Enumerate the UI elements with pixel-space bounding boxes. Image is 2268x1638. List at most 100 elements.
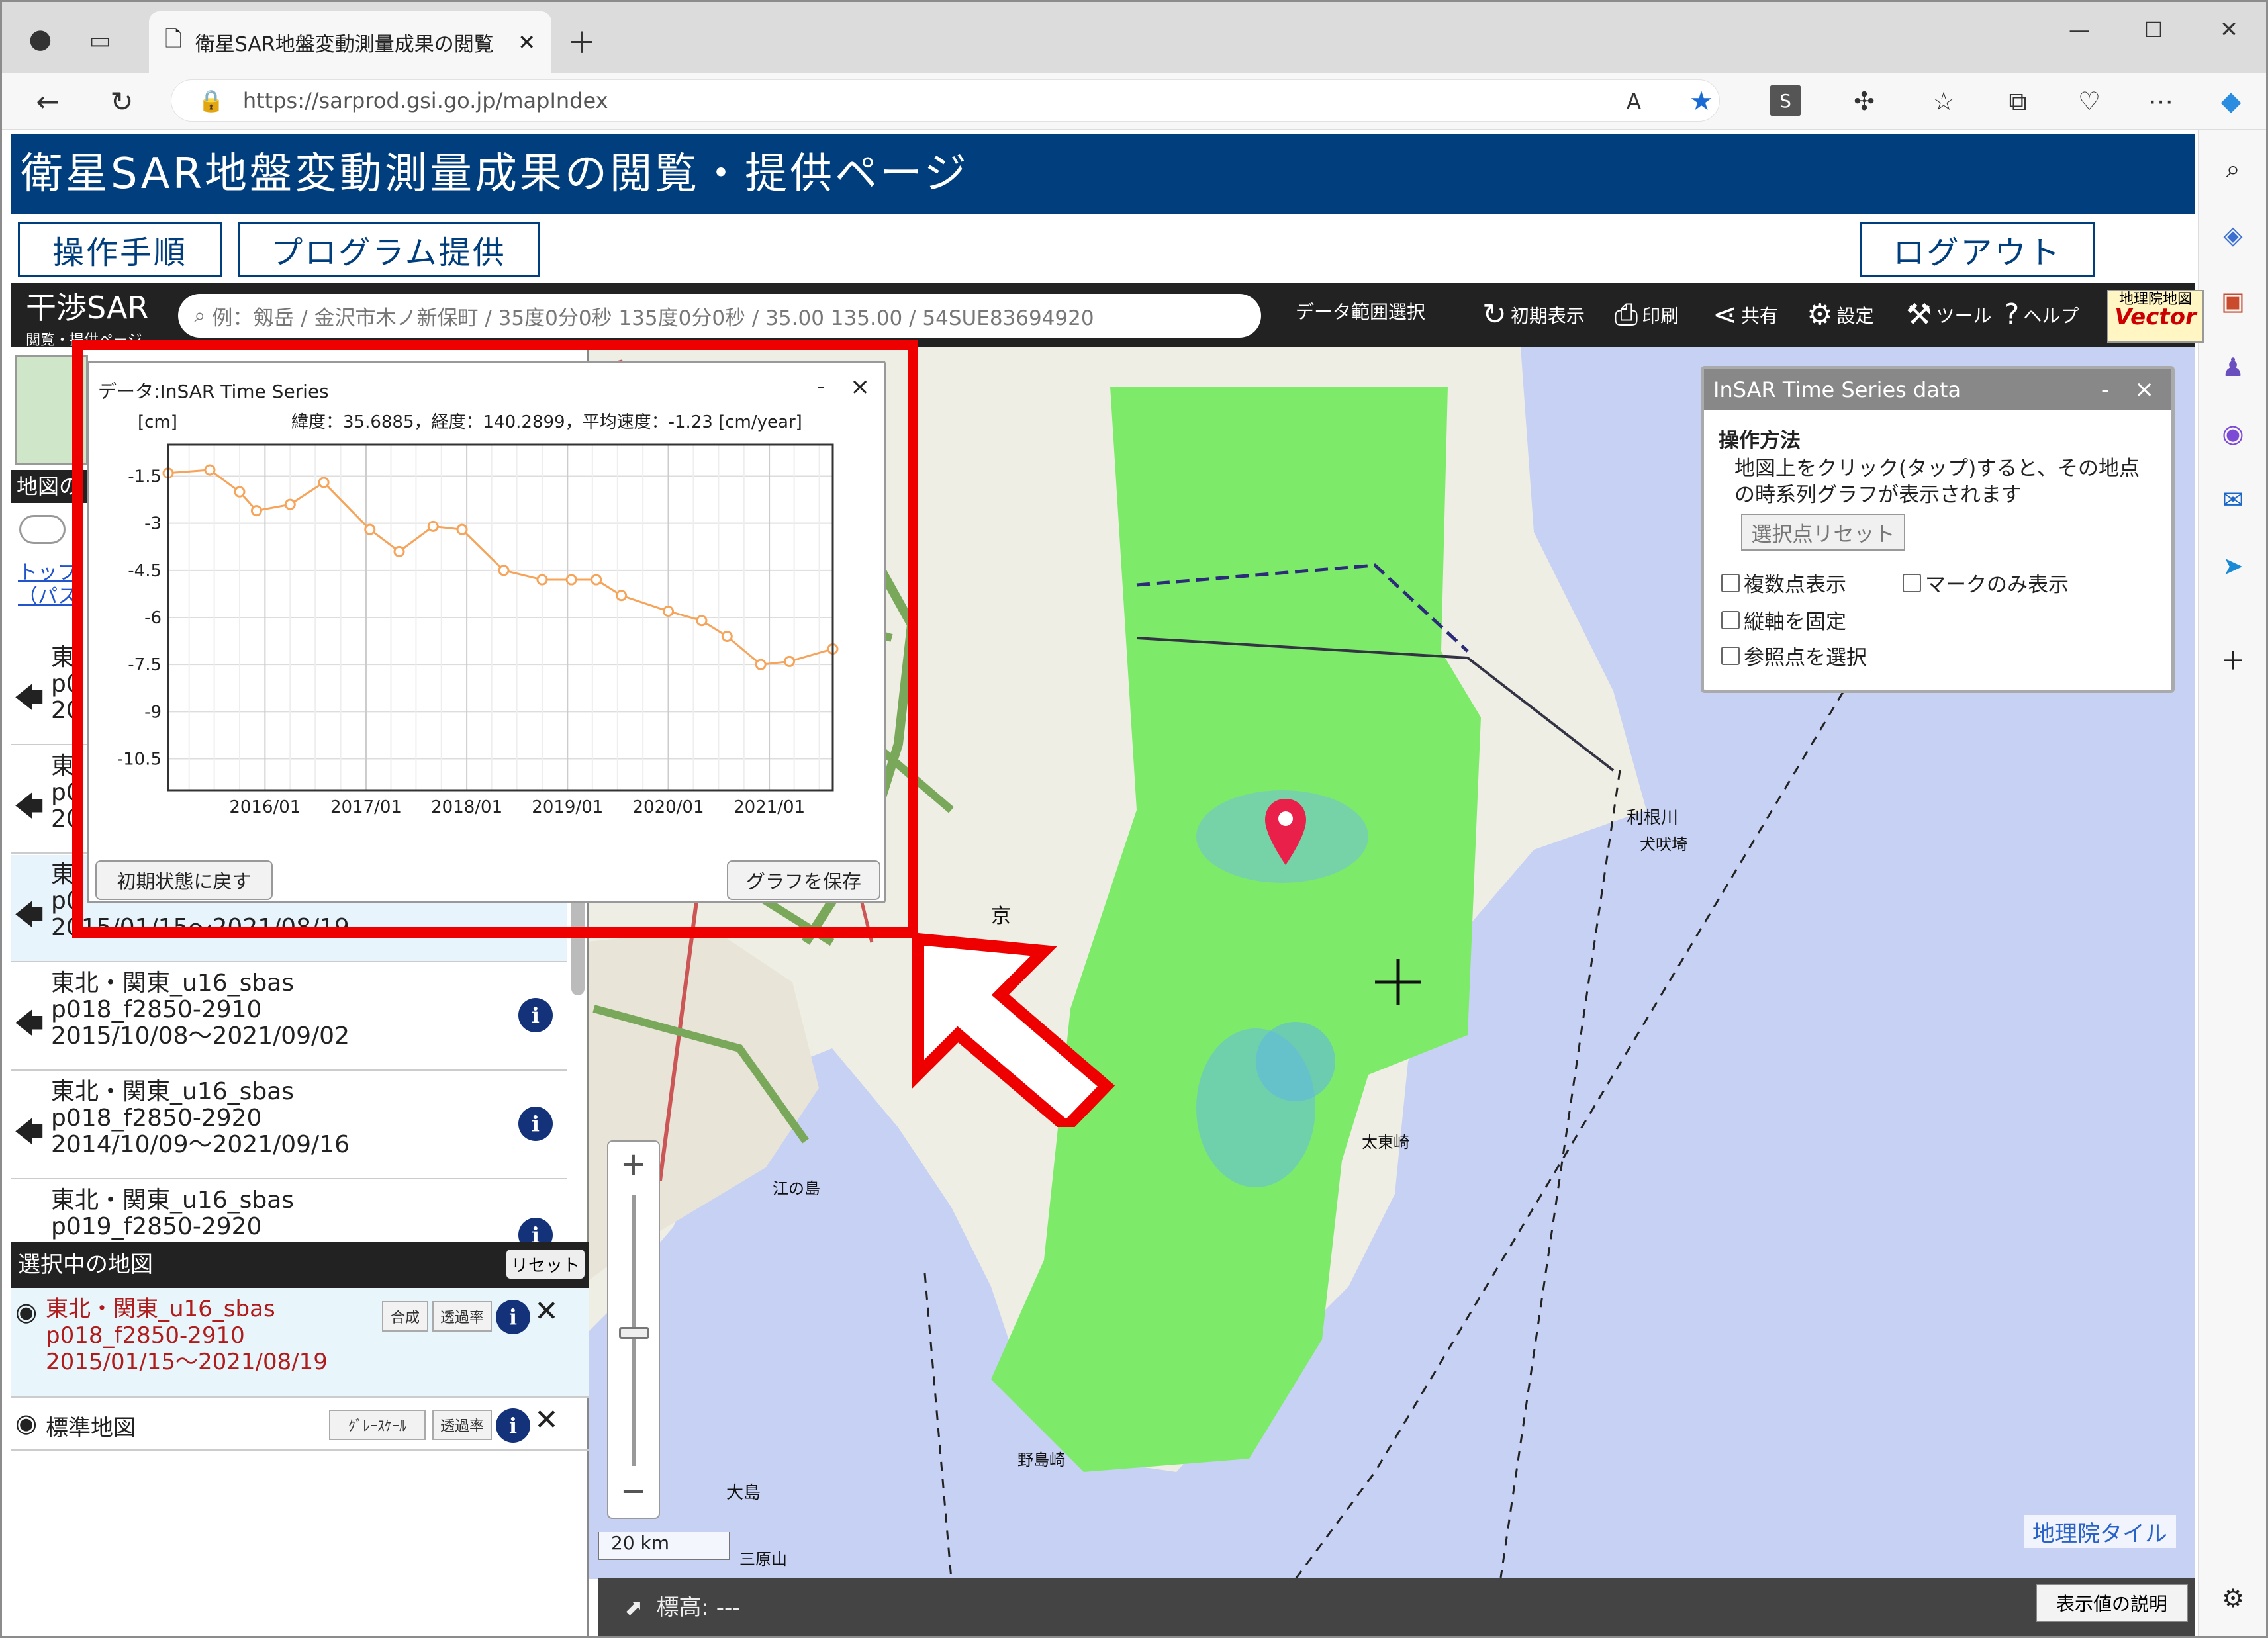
maximize-window-icon[interactable]: ☐ xyxy=(2135,11,2172,48)
info-icon[interactable]: i xyxy=(518,998,553,1032)
share-button[interactable]: ⋖ 共有 xyxy=(1713,298,1778,332)
map-label-inubo: 犬吠埼 xyxy=(1640,835,1687,854)
eye-icon[interactable]: ◉ xyxy=(15,1297,37,1326)
tools-button[interactable]: ⚒ ツール xyxy=(1906,298,1991,332)
favorites-icon[interactable]: ☆ xyxy=(1924,82,1963,120)
copilot-icon[interactable]: ◆ xyxy=(2212,82,2250,120)
lock-icon: 🔒 xyxy=(198,88,224,113)
item-name: 東北・関東_u16_sbas xyxy=(51,1078,295,1105)
arrow-left-icon: 🡄 xyxy=(14,1007,44,1040)
sidebar-m365-icon[interactable]: ◉ xyxy=(2214,414,2252,453)
multi-point-checkbox[interactable]: 複数点表示 xyxy=(1721,568,1846,598)
app-logo[interactable]: 干渉SAR 閲覧・提供ページ xyxy=(26,291,148,349)
selected-layer-row: ◉ 東北・関東_u16_sbas p018_f2850-2910 2015/01… xyxy=(11,1288,589,1398)
chart-info-text: 緯度：35.6885，経度：140.2899，平均速度：-1.23 [cm/ye… xyxy=(291,412,802,432)
collections-icon[interactable]: ⧉ xyxy=(1999,82,2037,120)
tools-icon: ⚒ xyxy=(1906,298,1932,332)
arrow-left-icon: 🡄 xyxy=(14,681,44,715)
chart-x-tick-label: 2021/01 xyxy=(733,797,805,817)
list-item[interactable]: 東北・関東_u16_sbas p019_f2850-2920 i xyxy=(11,1181,567,1247)
zoom-control: + − xyxy=(607,1140,660,1519)
reset-button[interactable]: リセット xyxy=(506,1250,585,1279)
initial-view-label: 初期表示 xyxy=(1510,304,1585,327)
remove-layer-icon[interactable]: ✕ xyxy=(534,1295,559,1328)
remove-layer-icon[interactable]: ✕ xyxy=(534,1403,559,1437)
print-button[interactable]: ⎙ 印刷 xyxy=(1615,298,1679,332)
favorite-star-icon[interactable]: ★ xyxy=(1682,82,1721,120)
opacity-button[interactable]: 透過率 xyxy=(432,1301,492,1332)
search-input[interactable]: ⌕ 例：剱岳 / 金沢市木ノ新保町 / 35度0分0秒 135度0分0秒 / 35… xyxy=(178,294,1261,338)
save-chart-button[interactable]: グラフを保存 xyxy=(727,860,880,900)
sidebar-outlook-icon[interactable]: ✉ xyxy=(2214,480,2252,519)
selected-layer-name: 標準地図 xyxy=(46,1415,136,1441)
chart-y-tick-label: -9 xyxy=(144,702,162,722)
help-button[interactable]: ? ヘルプ xyxy=(2004,298,2079,332)
zoom-in-button[interactable]: + xyxy=(608,1146,659,1183)
tab-close-icon[interactable]: ✕ xyxy=(518,30,536,55)
reset-chart-button[interactable]: 初期状態に戻す xyxy=(95,860,273,900)
zoom-out-button[interactable]: − xyxy=(608,1473,659,1510)
insar-minimize-button[interactable]: - xyxy=(2101,369,2109,410)
read-aloud-icon[interactable]: A xyxy=(1615,82,1653,120)
list-item[interactable]: 🡄 東北・関東_u16_sbas p018_f2850-2910 2015/10/0… xyxy=(11,964,567,1071)
logout-button[interactable]: ログアウト xyxy=(1860,222,2095,277)
insar-close-button[interactable]: × xyxy=(2134,369,2154,410)
chart-close-button[interactable]: × xyxy=(850,373,870,400)
reload-icon[interactable]: ↻ xyxy=(103,82,141,120)
composite-button[interactable]: 合成 xyxy=(382,1301,428,1332)
gsi-vector-button[interactable]: 地理院地図 Vector xyxy=(2107,290,2204,343)
mark-only-checkbox[interactable]: マークのみ表示 xyxy=(1903,568,2069,598)
extensions-icon[interactable]: ✣ xyxy=(1845,82,1883,120)
chart-y-tick-label: -6 xyxy=(144,608,162,628)
site-header: 衛星SAR地盤変動測量成果の閲覧・提供ページ xyxy=(11,134,2195,214)
ref-point-checkbox[interactable]: 参照点を選択 xyxy=(1721,641,1867,670)
browser-tab[interactable]: 🗋 衛星SAR地盤変動測量成果の閲覧 ✕ xyxy=(149,11,551,73)
item-path: p0 xyxy=(51,670,81,698)
sidebar-games-icon[interactable]: ♟ xyxy=(2214,348,2252,387)
map-label-taito: 太東崎 xyxy=(1362,1133,1409,1152)
list-item[interactable]: 🡄 東北・関東_u16_sbas p018_f2850-2920 2014/10/0… xyxy=(11,1072,567,1179)
base-map-thumbnail[interactable] xyxy=(15,355,88,465)
item-name: 東 xyxy=(51,644,75,671)
scale-bar: 20 km xyxy=(598,1532,730,1560)
sidebar-tag-icon[interactable]: ◈ xyxy=(2214,216,2252,254)
extension-s-icon[interactable]: S xyxy=(1770,85,1801,116)
info-icon[interactable]: i xyxy=(518,1107,553,1141)
chart-minimize-button[interactable]: - xyxy=(817,373,825,400)
browser-sidebar: ⌕ ◈ ▣ ♟ ◉ ✉ ➤ ＋ ⚙ xyxy=(2198,130,2266,1636)
address-bar[interactable]: 🔒 https://sarprod.gsi.go.jp/mapIndex xyxy=(171,79,1720,122)
info-icon[interactable]: i xyxy=(496,1300,530,1334)
arrow-left-icon: 🡄 xyxy=(14,898,44,932)
more-icon[interactable]: ⋯ xyxy=(2142,82,2180,120)
procedure-button[interactable]: 操作手順 xyxy=(18,222,222,277)
minimize-window-icon[interactable]: — xyxy=(2061,11,2098,48)
fix-axis-checkbox[interactable]: 縦軸を固定 xyxy=(1721,605,1846,635)
opacity-button[interactable]: 透過率 xyxy=(432,1410,492,1440)
initial-view-button[interactable]: ↻ 初期表示 xyxy=(1482,298,1585,332)
close-window-icon[interactable]: ✕ xyxy=(2210,11,2247,48)
explain-values-button[interactable]: 表示値の説明 xyxy=(2036,1584,2188,1622)
tab-actions-icon[interactable]: ▭ xyxy=(81,22,118,59)
program-button[interactable]: プログラム提供 xyxy=(238,222,540,277)
new-tab-icon[interactable]: ＋ xyxy=(563,22,600,60)
settings-button[interactable]: ⚙ 設定 xyxy=(1807,298,1873,332)
sidebar-send-icon[interactable]: ➤ xyxy=(2214,547,2252,585)
info-icon[interactable]: i xyxy=(496,1408,530,1443)
tile-credit-link[interactable]: 地理院タイル xyxy=(2024,1515,2176,1548)
sidebar-add-icon[interactable]: ＋ xyxy=(2214,639,2252,678)
grayscale-button[interactable]: ｸﾞﾚｰｽｹｰﾙ xyxy=(329,1410,426,1440)
eye-icon[interactable]: ◉ xyxy=(15,1408,37,1437)
sidebar-settings-icon[interactable]: ⚙ xyxy=(2214,1579,2252,1617)
chart-point xyxy=(318,477,330,488)
zoom-handle[interactable] xyxy=(619,1327,649,1339)
profile-icon[interactable]: ● xyxy=(22,21,59,58)
map-marker-pin-icon[interactable] xyxy=(1262,796,1309,869)
data-range-button[interactable]: データ範囲選択 xyxy=(1296,298,1425,324)
chart-x-tick-label: 2018/01 xyxy=(431,797,502,817)
back-icon[interactable]: ← xyxy=(28,82,67,120)
performance-icon[interactable]: ♡ xyxy=(2070,82,2108,120)
reset-points-button[interactable]: 選択点リセット xyxy=(1741,514,1905,551)
sidebar-search-icon[interactable]: ⌕ xyxy=(2214,150,2252,188)
sidebar-briefcase-icon[interactable]: ▣ xyxy=(2214,282,2252,320)
share-icon: ⋖ xyxy=(1713,298,1737,332)
